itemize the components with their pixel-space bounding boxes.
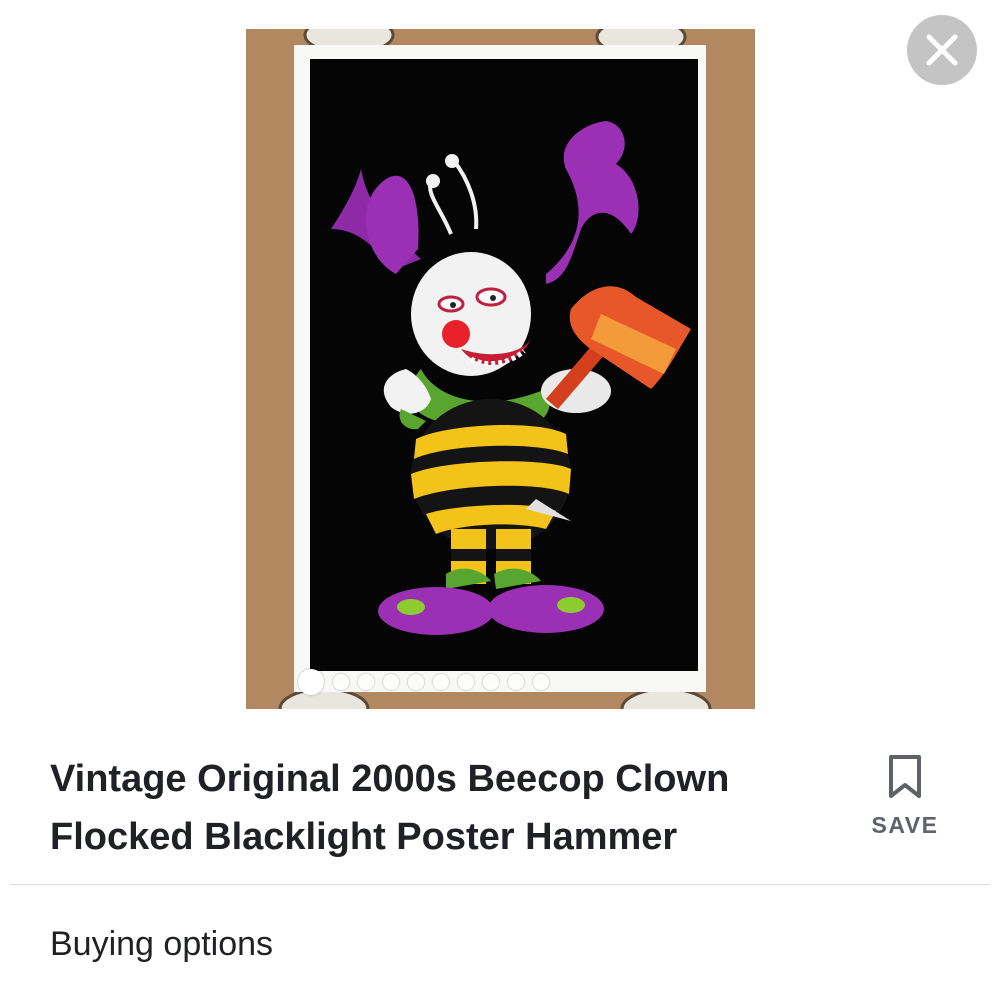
carousel-dot-4[interactable]	[383, 674, 399, 690]
section-divider	[10, 884, 990, 885]
close-icon	[926, 34, 958, 66]
bookmark-icon	[889, 755, 921, 798]
carousel-dot-7[interactable]	[458, 674, 474, 690]
product-title-line2: Flocked Blacklight Poster Hammer	[50, 816, 678, 858]
poster-illustration	[246, 29, 755, 709]
save-label: SAVE	[871, 812, 939, 838]
carousel-dot-2[interactable]	[333, 674, 349, 690]
carousel-dot-3[interactable]	[358, 674, 374, 690]
image-carousel-dots	[298, 669, 700, 695]
product-title-line1: Vintage Original 2000s Beecop Clown	[50, 758, 730, 800]
carousel-dot-8[interactable]	[483, 674, 499, 690]
product-image[interactable]	[246, 29, 755, 709]
carousel-dot-6[interactable]	[433, 674, 449, 690]
save-button[interactable]: SAVE	[862, 754, 948, 850]
product-title: Vintage Original 2000s Beecop Clown Floc…	[50, 750, 820, 866]
carousel-dot-5[interactable]	[408, 674, 424, 690]
carousel-dot-10[interactable]	[533, 674, 549, 690]
carousel-dot-1[interactable]	[298, 669, 324, 695]
buying-options-header[interactable]: Buying options	[50, 925, 273, 964]
carousel-dot-9[interactable]	[508, 674, 524, 690]
close-button[interactable]	[907, 15, 977, 85]
